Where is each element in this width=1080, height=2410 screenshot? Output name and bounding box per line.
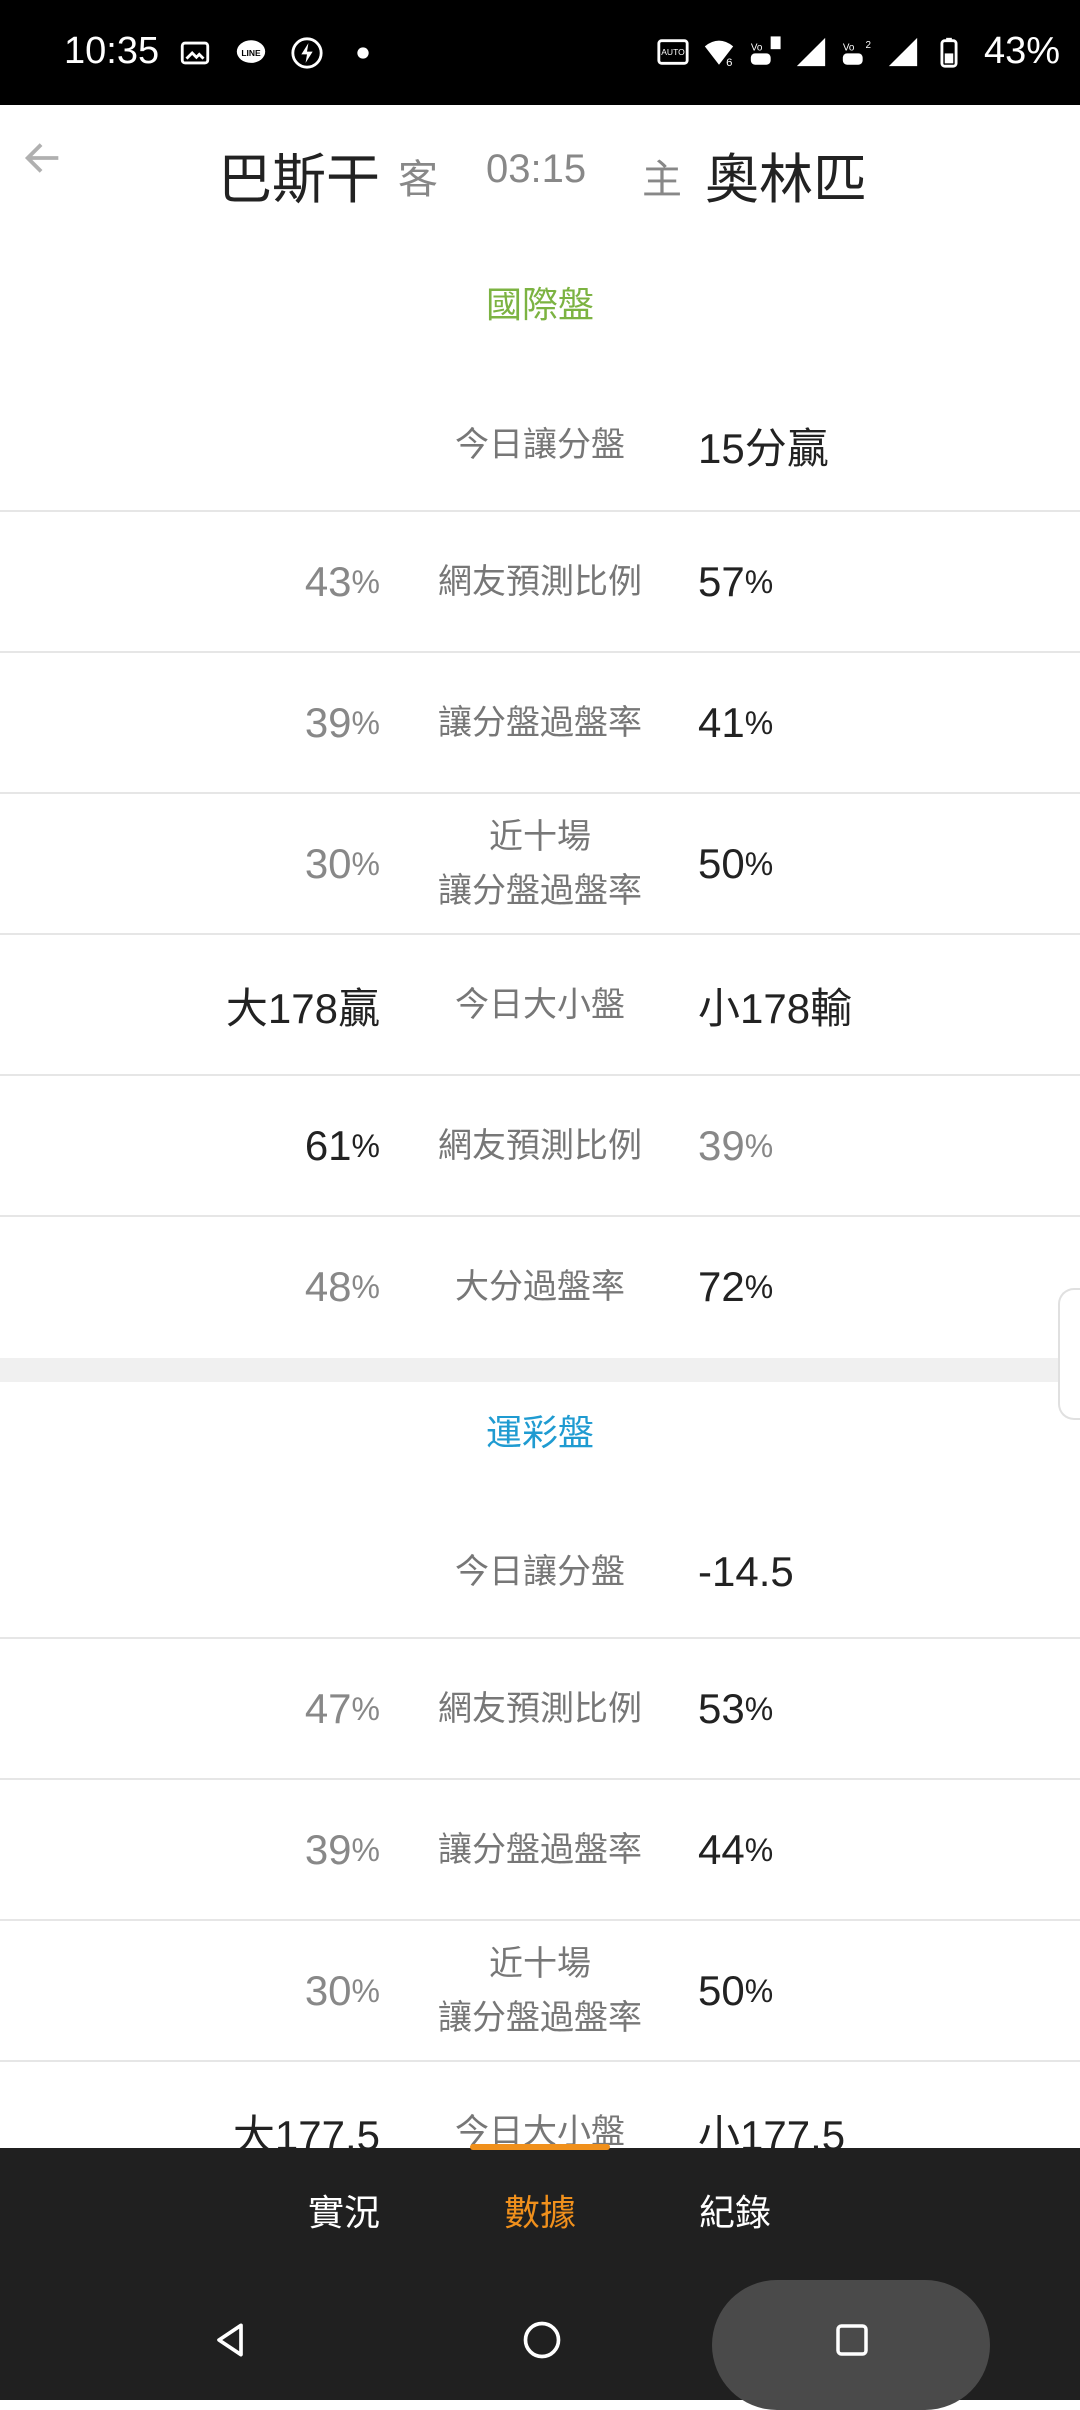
volte-1-icon: Vo — [750, 35, 781, 65]
section-title-sports-lottery: 運彩盤 — [485, 1413, 594, 1454]
home-team-name: 奧林匹 — [705, 148, 867, 211]
bottom-tab-bar: 實況 數據 紀錄 — [0, 2144, 1080, 2280]
tab-data[interactable]: 數據 — [460, 2184, 620, 2236]
stat-label: 讓分盤過盤率 — [438, 1829, 642, 1870]
stat-right-value: 小178輸 — [698, 984, 853, 1032]
stat-right-value: 57% — [698, 558, 774, 605]
line-app-icon: LINE — [236, 40, 266, 63]
section-title-international: 國際盤 — [485, 285, 594, 326]
visitor-tag: 客 — [398, 157, 438, 203]
battery-percent: 43% — [983, 30, 1060, 72]
stat-label: 大分過盤率 — [455, 1266, 625, 1307]
stat-right-value: 53% — [698, 1685, 774, 1732]
back-triangle-icon — [217, 2323, 243, 2357]
stat-row: 61% 網友預測比例 39% — [0, 1074, 1080, 1216]
stat-left-value: 47% — [304, 1685, 380, 1732]
stat-right-value: -14.5 — [698, 1548, 794, 1595]
stat-right-value: 41% — [698, 699, 774, 746]
stat-left-value: 43% — [304, 558, 380, 605]
auto-hz-icon: AUTO — [657, 38, 689, 65]
match-header: 巴斯干 客 03:15 主 奧林匹 — [0, 105, 1080, 235]
stat-left-value: 30% — [304, 1967, 380, 2014]
active-tab-indicator — [470, 2144, 610, 2150]
stat-left-value: 39% — [304, 1826, 380, 1873]
status-time: 10:35 — [64, 30, 160, 72]
visitor-team-name: 巴斯干 — [218, 148, 380, 211]
section-separator — [0, 1358, 1080, 1382]
stat-label: 網友預測比例 — [438, 1125, 642, 1166]
stat-label: 今日讓分盤 — [455, 424, 625, 465]
volte-2-icon: Vo 2 — [842, 39, 871, 65]
stat-label: 近十場 讓分盤過盤率 — [438, 816, 642, 911]
stat-row: 48% 大分過盤率 72% — [0, 1215, 1080, 1357]
side-panel-handle[interactable] — [1058, 1288, 1080, 1420]
stat-row: 30% 近十場 讓分盤過盤率 50% — [0, 1919, 1080, 2061]
recents-square-icon — [836, 2324, 868, 2356]
svg-text:2: 2 — [865, 39, 871, 50]
dot-icon — [357, 47, 369, 59]
signal-2-icon — [888, 37, 918, 66]
system-nav-bar — [0, 2280, 1080, 2410]
home-tag: 主 — [642, 157, 682, 203]
stat-row: 39% 讓分盤過盤率 44% — [0, 1778, 1080, 1920]
tab-live[interactable]: 實況 — [264, 2184, 424, 2236]
nav-home-button[interactable] — [512, 2280, 572, 2400]
nav-recents-button[interactable] — [822, 2280, 882, 2400]
stat-label: 今日讓分盤 — [455, 1551, 625, 1592]
signal-1-icon — [796, 37, 826, 66]
stat-row: 今日讓分盤 15分贏 — [0, 375, 1080, 515]
stat-right-value: 39% — [698, 1122, 774, 1169]
stat-left-value: 30% — [304, 840, 380, 887]
battery-icon — [940, 37, 958, 68]
stat-row: 39% 讓分盤過盤率 41% — [0, 651, 1080, 793]
stat-row: 43% 網友預測比例 57% — [0, 510, 1080, 652]
stat-row: 47% 網友預測比例 53% — [0, 1637, 1080, 1779]
svg-text:AUTO: AUTO — [661, 46, 685, 56]
nav-back-button[interactable] — [200, 2280, 260, 2400]
stat-right-value: 44% — [698, 1826, 774, 1873]
svg-text:Vo: Vo — [751, 42, 763, 53]
image-icon — [180, 41, 210, 65]
stat-left-value: 48% — [304, 1263, 380, 1310]
stat-label: 網友預測比例 — [438, 561, 642, 602]
svg-text:LINE: LINE — [241, 48, 261, 58]
stat-label: 讓分盤過盤率 — [438, 702, 642, 743]
stat-label: 今日大小盤 — [455, 984, 625, 1025]
wifi-6-icon: 6 — [704, 40, 734, 69]
stat-row: 30% 近十場 讓分盤過盤率 50% — [0, 792, 1080, 934]
stat-label: 近十場 讓分盤過盤率 — [438, 1943, 642, 2038]
stat-right-value: 72% — [698, 1263, 774, 1310]
stat-left-value: 61% — [304, 1122, 380, 1169]
svg-text:Vo: Vo — [843, 42, 855, 53]
charging-icon — [291, 37, 323, 69]
stat-row: 大178贏 今日大小盤 小178輸 — [0, 933, 1080, 1075]
tab-records[interactable]: 紀錄 — [655, 2184, 815, 2236]
stat-left-value: 39% — [304, 699, 380, 746]
svg-text:6: 6 — [726, 57, 732, 69]
match-time: 03:15 — [486, 147, 587, 191]
stat-label: 網友預測比例 — [438, 1688, 642, 1729]
stat-right-value: 50% — [698, 1967, 774, 2014]
back-arrow-icon[interactable] — [20, 135, 66, 181]
stat-row: 今日讓分盤 -14.5 — [0, 1502, 1080, 1642]
home-circle-icon — [523, 2321, 561, 2359]
stat-right-value: 50% — [698, 840, 774, 887]
stat-left-value: 大178贏 — [225, 984, 380, 1032]
stat-right-value: 15分贏 — [698, 424, 829, 472]
status-bar: 10:35 LINE AUTO 6 Vo Vo 2 43% — [0, 0, 1080, 105]
